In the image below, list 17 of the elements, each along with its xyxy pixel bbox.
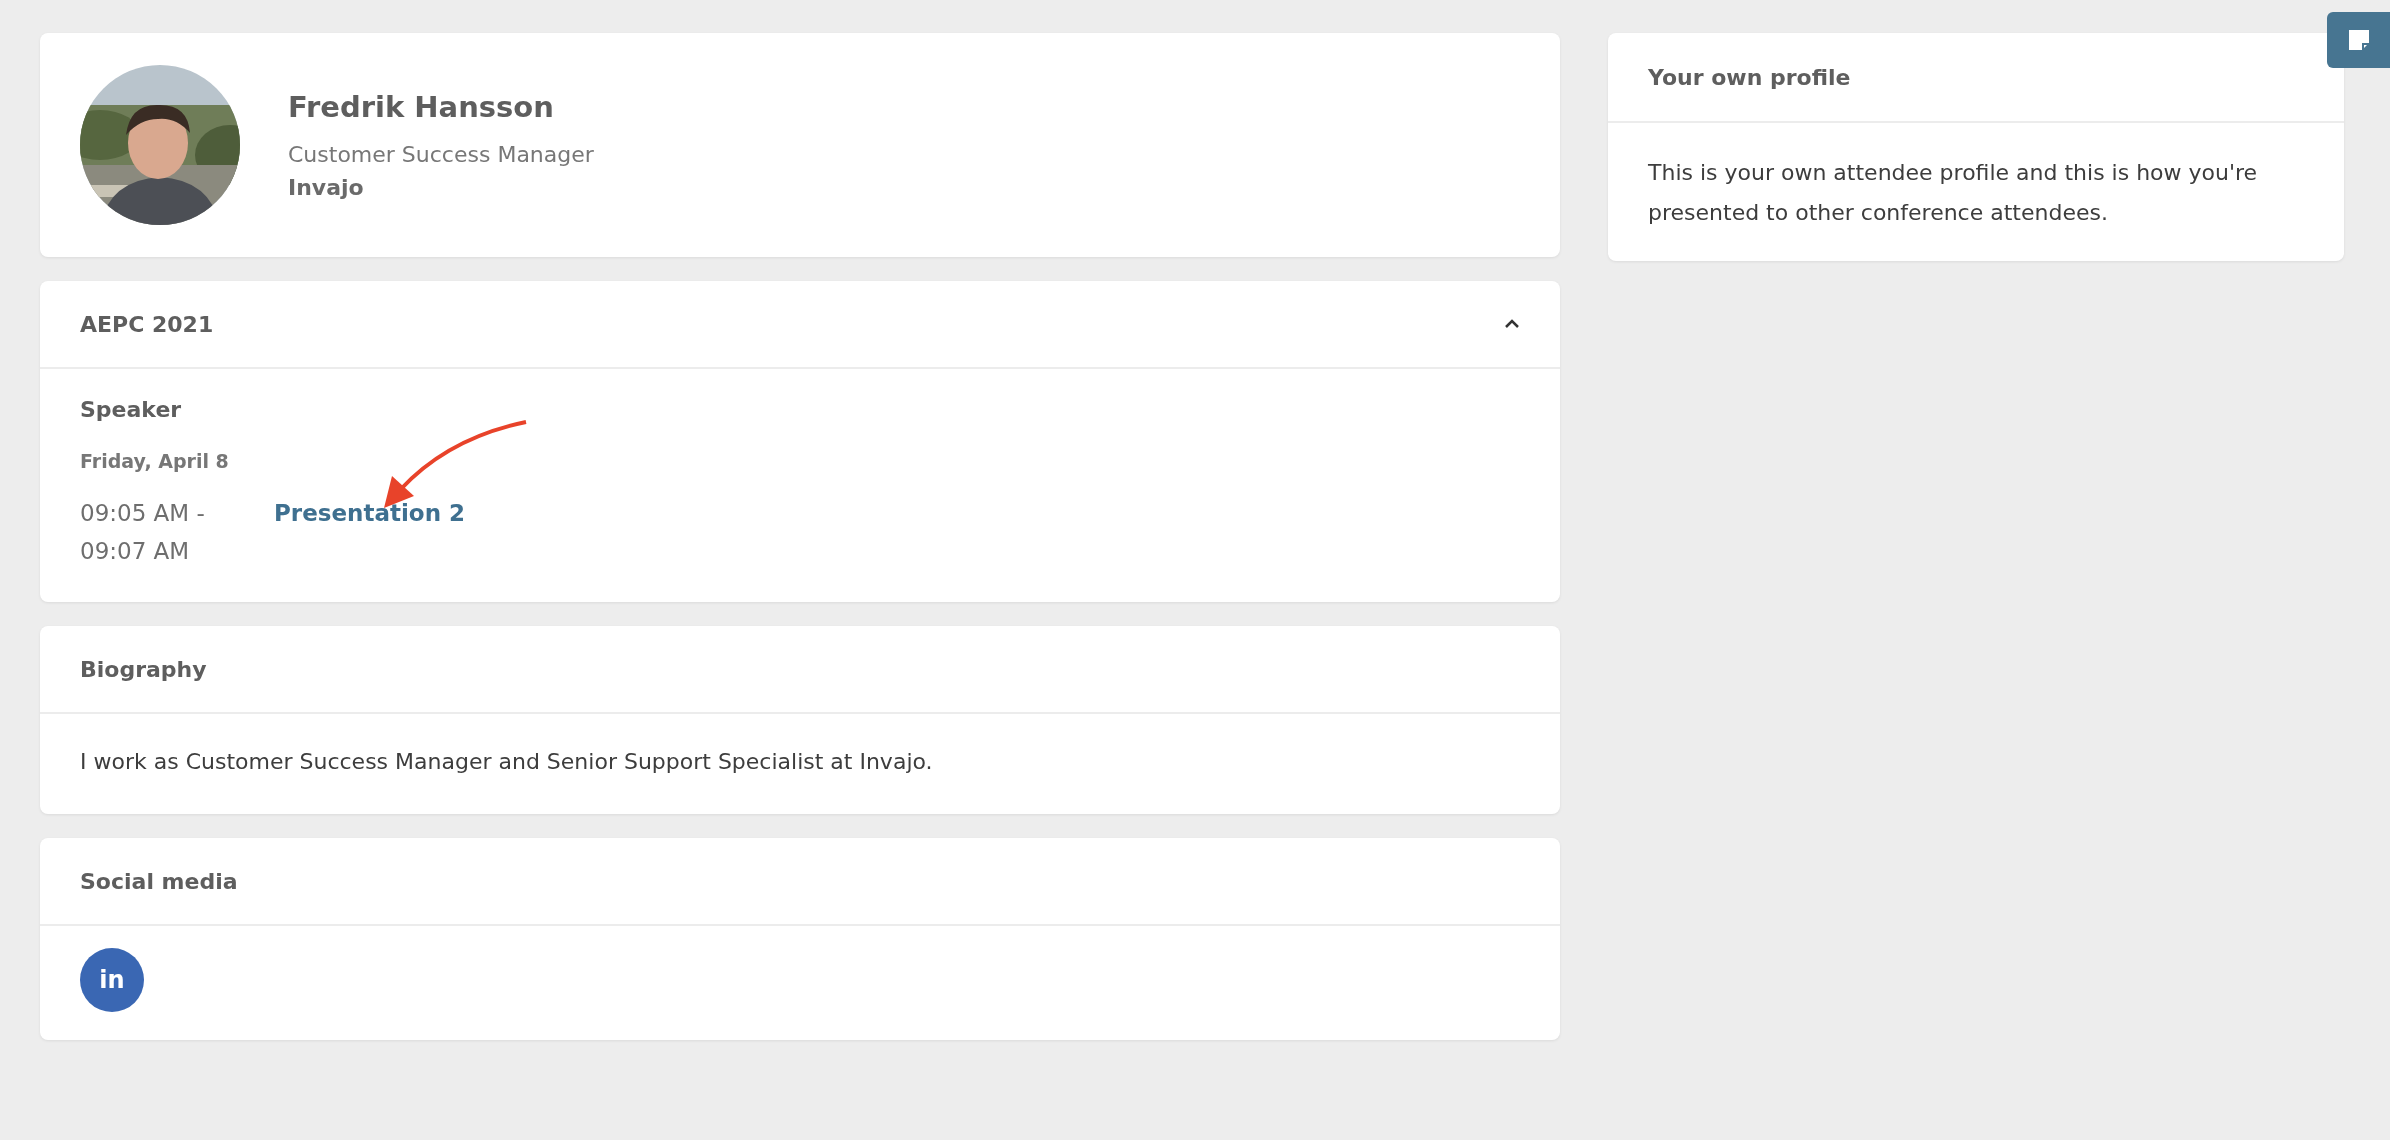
biography-text: I work as Customer Success Manager and Senior Support Specialist at Invajo. xyxy=(80,748,934,776)
role-label: Speaker xyxy=(80,397,183,422)
attendee-name: Fredrik Hansson xyxy=(288,90,555,124)
chevron-up-icon[interactable] xyxy=(1504,319,1520,329)
session-link[interactable]: Presentation 2 xyxy=(274,494,466,532)
event-title: AEPC 2021 xyxy=(80,311,214,337)
note-button[interactable] xyxy=(2327,12,2390,68)
section-title: Biography xyxy=(80,656,207,682)
company-name: Invajo xyxy=(288,175,365,200)
session-date: Friday, April 8 xyxy=(80,450,230,472)
job-title: Customer Success Manager xyxy=(288,142,594,167)
social-link[interactable]: in xyxy=(80,948,144,1012)
info-text: This is your own attendee profile and this is how you're presented to other conference attendees. xyxy=(1648,159,2259,227)
info-title: Your own profile xyxy=(1648,64,1851,90)
session-start-time: 09:05 AM - xyxy=(80,499,206,528)
session-end-time: 09:07 AM xyxy=(80,537,191,566)
section-title: Social media xyxy=(80,868,238,894)
